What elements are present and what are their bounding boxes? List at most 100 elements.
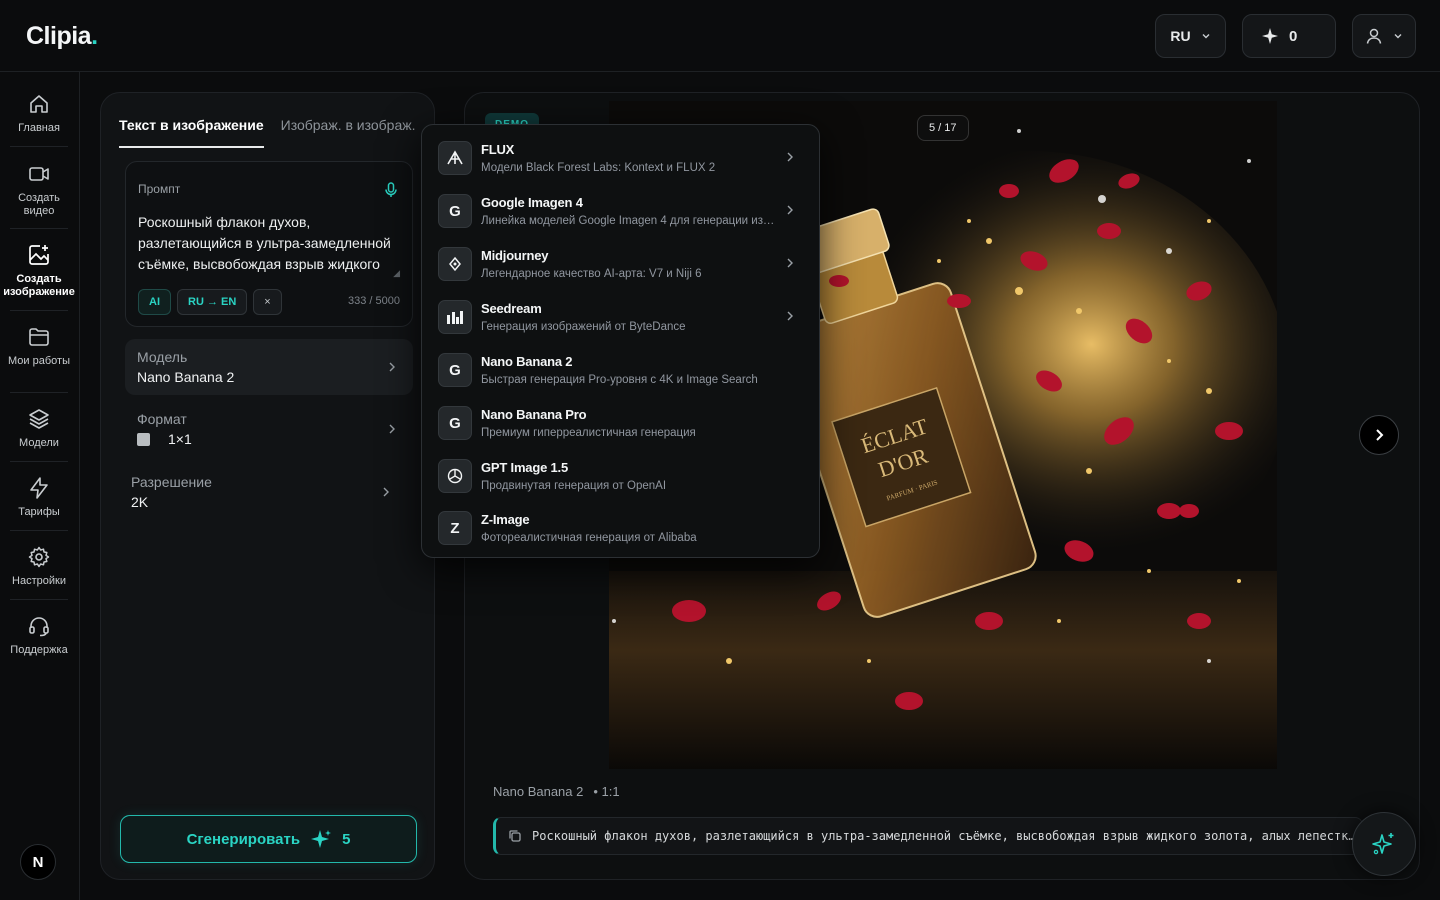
prompt-field[interactable]: Промпт Роскошный флакон духов, разлетающ… — [125, 161, 413, 327]
model-option-desc: Быстрая генерация Pro-уровня с 4K и Imag… — [481, 374, 758, 386]
chevron-right-icon — [787, 311, 793, 321]
model-option-desc: Продвинутая генерация от OpenAI — [481, 480, 667, 492]
prompt-bar-text: Роскошный флакон духов, разлетающийся в … — [532, 829, 1362, 843]
aspect-square-icon — [137, 432, 150, 446]
sidebar-item-support[interactable]: Поддержка — [4, 614, 74, 657]
sidebar-item-label: Поддержка — [10, 644, 68, 656]
meta-ratio: • 1:1 — [593, 784, 620, 799]
openai-icon — [438, 459, 472, 493]
chevron-right-icon — [787, 152, 793, 162]
model-option-title: GPT Image 1.5 — [481, 460, 568, 475]
ai-assistant-button[interactable] — [1352, 812, 1416, 876]
next-image-button[interactable] — [1359, 415, 1399, 455]
headset-icon — [29, 617, 49, 637]
divider — [10, 310, 68, 311]
avatar[interactable]: N — [20, 844, 56, 880]
sidebar-item-label: Настройки — [12, 575, 66, 587]
model-option-nano-banana-pro[interactable]: G Nano Banana Pro Премиум гиперреалистич… — [430, 398, 813, 448]
divider — [10, 146, 68, 147]
prompt-copy-bar[interactable]: Роскошный флакон духов, разлетающийся в … — [493, 817, 1363, 855]
model-option-flux[interactable]: FLUX Модели Black Forest Labs: Kontext и… — [430, 133, 813, 183]
resolution-value: 2K — [131, 494, 149, 510]
model-option-seedream[interactable]: Seedream Генерация изображений от ByteDa… — [430, 292, 813, 342]
generation-settings-panel: Текст в изображение Изображ. в изображ. … — [100, 92, 435, 880]
format-selector[interactable]: Формат 1×1 — [125, 401, 413, 457]
model-option-desc: Линейка моделей Google Imagen 4 для гене… — [481, 215, 777, 227]
chevron-down-icon — [1394, 34, 1402, 39]
resolution-selector[interactable]: Разрешение 2K — [119, 464, 407, 520]
sparkle-icon — [311, 830, 332, 848]
generate-button[interactable]: Сгенерировать 5 — [120, 815, 417, 863]
language-label: RU — [1170, 28, 1191, 44]
tab-text-to-image[interactable]: Текст в изображение — [119, 117, 264, 148]
divider — [10, 228, 68, 229]
model-option-title: Nano Banana Pro — [481, 407, 587, 422]
resize-handle-icon[interactable]: ◢ — [393, 268, 400, 279]
model-label: Модель — [137, 349, 188, 365]
divider — [10, 530, 68, 531]
google-icon: G — [438, 406, 472, 440]
model-option-title: Seedream — [481, 301, 542, 316]
model-option-title: Nano Banana 2 — [481, 354, 573, 369]
model-option-title: Z-Image — [481, 512, 530, 527]
model-option-midjourney[interactable]: Midjourney Легендарное качество AI-арта:… — [430, 239, 813, 289]
copy-icon[interactable] — [508, 829, 522, 843]
sidebar-item-create-image[interactable]: Создать изображение — [3, 243, 75, 299]
sparkle-icon — [1262, 28, 1278, 44]
character-counter: 333 / 5000 — [348, 295, 400, 307]
prompt-label: Промпт — [138, 182, 181, 196]
divider — [10, 392, 68, 393]
model-option-z-image[interactable]: Z Z-Image Фотореалистичная генерация от … — [430, 503, 813, 553]
user-menu-button[interactable] — [1352, 14, 1416, 58]
microphone-icon[interactable] — [384, 182, 398, 198]
google-icon: G — [438, 194, 472, 228]
model-option-title: Google Imagen 4 — [481, 195, 583, 210]
image-plus-icon — [29, 245, 49, 265]
sidebar-item-settings[interactable]: Настройки — [4, 545, 74, 588]
sidebar-item-my-works[interactable]: Мои работы — [4, 325, 74, 368]
model-option-desc: Генерация изображений от ByteDance — [481, 321, 686, 333]
sidebar-item-models[interactable]: Модели — [4, 407, 74, 450]
lightning-icon — [30, 477, 48, 499]
clear-prompt-button[interactable]: × — [253, 289, 282, 315]
chevron-right-icon — [1376, 429, 1384, 441]
sidebar-item-label: Мои работы — [8, 355, 70, 367]
format-label: Формат — [137, 411, 187, 427]
layers-icon — [29, 409, 49, 429]
credits-balance-button[interactable]: 0 — [1242, 14, 1336, 58]
video-icon — [29, 167, 49, 181]
translate-button[interactable]: RU → EN — [177, 289, 248, 315]
prompt-tools: AI RU → EN × — [138, 289, 282, 315]
chevron-down-icon — [1202, 34, 1210, 39]
model-option-title: FLUX — [481, 142, 515, 157]
sidebar-item-pricing[interactable]: Тарифы — [4, 476, 74, 519]
top-header: Clipia. RU 0 — [0, 0, 1440, 72]
divider — [10, 599, 68, 600]
model-option-desc: Легендарное качество AI-арта: V7 и Niji … — [481, 268, 702, 280]
home-icon — [30, 95, 48, 113]
sidebar-item-label: Модели — [19, 437, 59, 449]
sidebar-item-label: Создать изображение — [3, 273, 75, 298]
language-selector[interactable]: RU — [1155, 14, 1226, 58]
midjourney-icon — [438, 247, 472, 281]
model-option-gpt-image[interactable]: GPT Image 1.5 Продвинутая генерация от O… — [430, 451, 813, 501]
model-option-nano-banana-2[interactable]: G Nano Banana 2 Быстрая генерация Pro-ур… — [430, 345, 813, 395]
prompt-textarea[interactable]: Роскошный флакон духов, разлетающийся в … — [138, 212, 402, 276]
generate-label: Сгенерировать — [186, 830, 301, 848]
divider — [10, 461, 68, 462]
model-option-google-imagen-4[interactable]: G Google Imagen 4 Линейка моделей Google… — [430, 186, 813, 236]
sidebar: Главная Создать видео Создать изображени… — [0, 72, 80, 900]
ai-enhance-button[interactable]: AI — [138, 289, 171, 315]
tab-image-to-image[interactable]: Изображ. в изображ. — [281, 117, 416, 148]
bytedance-icon — [438, 300, 472, 334]
z-icon: Z — [438, 511, 472, 545]
logo[interactable]: Clipia. — [26, 22, 98, 51]
model-dropdown: FLUX Модели Black Forest Labs: Kontext и… — [421, 124, 820, 558]
sidebar-item-label: Главная — [18, 122, 60, 134]
image-counter: 5 / 17 — [917, 115, 969, 141]
model-selector[interactable]: Модель Nano Banana 2 — [125, 339, 413, 395]
resolution-label: Разрешение — [131, 474, 212, 490]
model-option-desc: Фотореалистичная генерация от Alibaba — [481, 532, 697, 544]
sidebar-item-home[interactable]: Главная — [4, 92, 74, 135]
sidebar-item-create-video[interactable]: Создать видео — [4, 162, 74, 218]
